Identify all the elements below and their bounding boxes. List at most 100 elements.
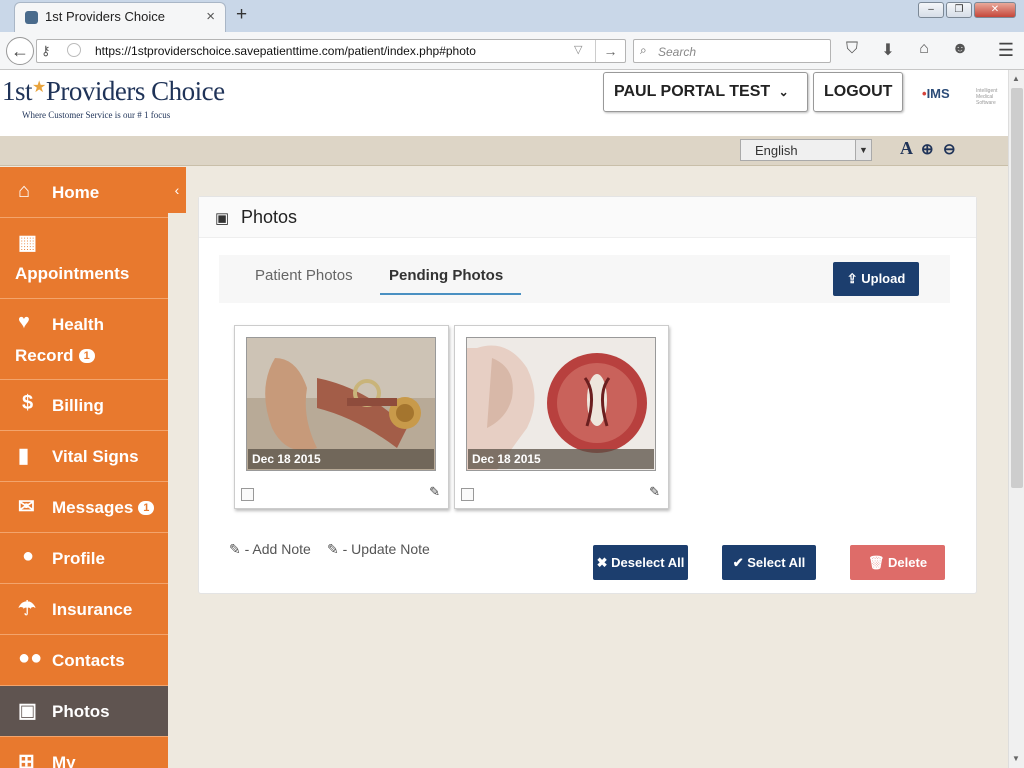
language-select[interactable]: English ▼ [740,139,872,161]
sidebar-item-label-2: Record 1 [15,346,95,366]
chevron-down-icon: ⌄ [778,85,789,99]
key-icon: ⚷ [41,43,51,58]
image-icon: ▣ [215,210,230,227]
sidebar-item-insurance[interactable]: ☂ Insurance [0,584,168,635]
delete-label: Delete [888,555,928,570]
deselect-all-button[interactable]: ✖ Deselect All [593,545,688,580]
search-icon: ⌕ [640,43,647,57]
site-header: 1st★Providers Choice Where Customer Serv… [0,70,1008,136]
home-browser-icon[interactable]: ⌂ [914,40,934,60]
sidebar-item-health-record[interactable]: ♥ Health Record 1 [0,299,168,380]
globe-icon [67,43,81,57]
heartbeat-icon: ♥ [18,311,30,333]
url-dropdown-icon[interactable]: ▽ [574,43,582,56]
pocket-icon[interactable]: ⛉ [842,40,862,60]
photo-tabs: Patient Photos Pending Photos ⇪ Upload [219,255,950,303]
photo-checkbox[interactable] [241,488,254,501]
go-arrow-icon[interactable]: → [595,40,625,62]
sidebar-item-appointments[interactable]: ▦ Appointments [0,218,168,299]
logo-subtitle: Where Customer Service is our # 1 focus [22,110,171,120]
select-all-button[interactable]: ✔ Select All [722,545,816,580]
sidebar-item-label: Insurance [52,600,133,619]
zoom-out-icon[interactable]: ⊖ [943,140,961,158]
browser-navbar: ← ⚷ https://1stproviderschoice.savepatie… [0,32,1024,70]
sidebar-item-label: Health [52,315,104,334]
envelope-icon: ✉ [18,496,35,518]
select-arrow-icon[interactable]: ▼ [855,140,871,160]
deselect-all-label: Deselect All [611,555,685,570]
download-icon[interactable]: ⬇ [878,40,898,60]
site-logo[interactable]: 1st★Providers Choice [2,76,225,107]
favicon-icon [25,11,38,24]
logout-button[interactable]: LOGOUT [813,72,903,112]
sidebar-item-billing[interactable]: $ Billing [0,380,168,431]
sidebar-item-home[interactable]: ⌂ Home [0,167,168,218]
photo-thumbnail[interactable]: Dec 18 2015 [466,337,656,471]
sidebar-item-vital-signs[interactable]: ▮ Vital Signs [0,431,168,482]
photo-card[interactable]: Dec 18 2015 ✎ [454,325,669,509]
back-button[interactable]: ← [6,37,34,65]
url-bar[interactable]: ⚷ https://1stproviderschoice.savepatient… [36,39,626,63]
zoom-in-icon[interactable]: ⊕ [921,140,939,158]
upload-button[interactable]: ⇪ Upload [833,262,919,296]
browser-search-box[interactable]: ⌕ Search [633,39,831,63]
photo-card[interactable]: Dec 18 2015 ✎ [234,325,449,509]
update-note-icon: ✎ [327,541,339,557]
scrollbar-thumb[interactable] [1011,88,1023,488]
users-icon: ●● [18,647,43,669]
sidebar-item-my[interactable]: ⊞ My [0,737,168,768]
calendar-icon: ▦ [18,232,37,254]
legend-add-label: - Add Note [244,541,311,557]
chevron-left-icon: ‹ [174,182,180,198]
new-tab-button[interactable]: + [236,4,247,26]
dollar-icon: $ [22,392,34,414]
legend-update-note: ✎ - Update Note [327,541,430,558]
messages-badge: 1 [138,501,155,515]
sidebar-item-label: Vital Signs [52,447,139,466]
delete-button[interactable]: 🗑 Delete [850,545,945,580]
sidebar-item-label: Home [52,183,100,202]
trash-icon: 🗑 [867,555,885,570]
edit-note-icon[interactable]: ✎ [429,484,440,500]
url-text[interactable]: https://1stproviderschoice.savepatientti… [95,44,476,58]
sidebar-item-messages[interactable]: ✉ Messages 1 [0,482,168,533]
sidebar-item-label: Billing [52,396,104,415]
language-bar: English ▼ A ⊕ ⊖ [0,136,1008,166]
upload-label: Upload [861,271,906,286]
tab-close-icon[interactable]: × [206,8,215,25]
image-icon: ▣ [18,700,37,722]
upload-icon: ⇪ [846,271,858,286]
minimize-button[interactable]: – [918,2,944,18]
umbrella-icon: ☂ [18,598,36,620]
plus-icon: ⊞ [18,751,35,768]
restore-button[interactable]: ❐ [946,2,972,18]
sidebar-collapse-button[interactable]: ‹ [168,167,186,213]
sidebar-item-profile[interactable]: ● Profile [0,533,168,584]
browser-menu-icon[interactable]: ☰ [998,40,1014,61]
chat-icon[interactable]: ☻ [950,40,970,60]
page-scrollbar[interactable]: ▲ ▼ [1008,70,1024,768]
user-name: PAUL PORTAL TEST [614,83,771,100]
photo-checkbox[interactable] [461,488,474,501]
edit-note-icon[interactable]: ✎ [649,484,660,500]
font-size-icon[interactable]: A [900,138,913,159]
sidebar-item-contacts[interactable]: ●● Contacts [0,635,168,686]
browser-titlebar: 1st Providers Choice × + – ❐ ✕ [0,0,1024,32]
scroll-down-icon[interactable]: ▼ [1012,754,1020,763]
tab-patient-photos[interactable]: Patient Photos [255,267,353,284]
scroll-up-icon[interactable]: ▲ [1012,74,1020,83]
sidebar-item-photos[interactable]: ▣ Photos [0,686,168,737]
tab-pending-photos[interactable]: Pending Photos [389,267,503,284]
sidebar: ⌂ Home ▦ Appointments ♥ Health Record 1 $… [0,167,168,768]
legend-update-label: - Update Note [342,541,430,557]
tab-title: 1st Providers Choice [45,9,165,24]
browser-tab[interactable]: 1st Providers Choice × [14,2,226,32]
window-close-button[interactable]: ✕ [974,2,1016,18]
user-menu-button[interactable]: PAUL PORTAL TEST ⌄ [603,72,808,112]
select-all-label: Select All [747,555,806,570]
page: 1st★Providers Choice Where Customer Serv… [0,70,1008,768]
photo-thumbnail[interactable]: Dec 18 2015 [246,337,436,471]
ims-logo-text: IMS [926,86,950,101]
photo-date: Dec 18 2015 [248,449,434,469]
window-controls: – ❐ ✕ [918,2,1016,18]
